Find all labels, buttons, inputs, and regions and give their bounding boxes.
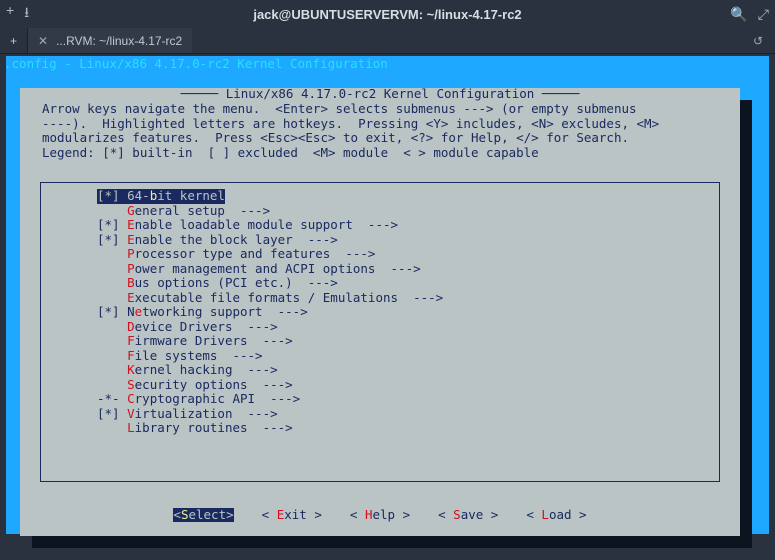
new-tab-button[interactable]: +	[0, 28, 28, 53]
menu-list[interactable]: [*] 64-bit kernel General setup --->[*] …	[40, 182, 720, 482]
menu-item[interactable]: General setup --->	[41, 204, 719, 219]
menu-item[interactable]: [*] Enable the block layer --->	[41, 233, 719, 248]
button-bar: <Select> < Exit > < Help > < Save > < Load >	[20, 508, 740, 523]
dialog-button[interactable]: < Help >	[350, 508, 410, 523]
dialog-button[interactable]: < Save >	[438, 508, 498, 523]
download-icon[interactable]: ⭳	[24, 2, 29, 26]
panel-heading: ───── Linux/x86 4.17.0-rc2 Kernel Config…	[181, 87, 580, 102]
tab-label: ...RVM: ~/linux-4.17-rc2	[56, 34, 182, 48]
menu-item[interactable]: -*- Cryptographic API --->	[41, 392, 719, 407]
menu-item[interactable]: Security options --->	[41, 378, 719, 393]
dialog-button[interactable]: <Select>	[173, 508, 233, 523]
tab-bar: + ✕ ...RVM: ~/linux-4.17-rc2 ↺	[0, 28, 775, 54]
menu-item[interactable]: [*] Enable loadable module support --->	[41, 218, 719, 233]
dialog-button[interactable]: < Load >	[526, 508, 586, 523]
add-icon[interactable]: +	[6, 2, 14, 26]
menu-item[interactable]: [*] 64-bit kernel	[97, 189, 225, 204]
help-text: Arrow keys navigate the menu. <Enter> se…	[42, 102, 724, 160]
close-icon[interactable]: ✕	[38, 34, 48, 48]
menu-item[interactable]: File systems --->	[41, 349, 719, 364]
config-path: .config - Linux/x86 4.17.0-rc2 Kernel Co…	[4, 56, 388, 71]
titlebar: + ⭳ jack@UBUNTUSERVERVM: ~/linux-4.17-rc…	[0, 0, 775, 28]
menu-item[interactable]: [*] Virtualization --->	[41, 407, 719, 422]
menu-item[interactable]: Kernel hacking --->	[41, 363, 719, 378]
window-title: jack@UBUNTUSERVERVM: ~/linux-4.17-rc2	[66, 7, 709, 22]
terminal-window: + ⭳ jack@UBUNTUSERVERVM: ~/linux-4.17-rc…	[0, 0, 775, 560]
search-icon[interactable]: 🔍	[730, 6, 747, 23]
dialog-button[interactable]: < Exit >	[262, 508, 322, 523]
menuconfig-panel: ───── Linux/x86 4.17.0-rc2 Kernel Config…	[20, 88, 740, 536]
menu-item[interactable]: Device Drivers --->	[41, 320, 719, 335]
menu-item[interactable]: Bus options (PCI etc.) --->	[41, 276, 719, 291]
menu-item[interactable]: Library routines --->	[41, 421, 719, 436]
terminal-viewport[interactable]: .config - Linux/x86 4.17.0-rc2 Kernel Co…	[0, 54, 775, 560]
menu-item[interactable]: [*] Networking support --->	[41, 305, 719, 320]
tab-terminal[interactable]: ✕ ...RVM: ~/linux-4.17-rc2	[28, 28, 192, 53]
menu-item[interactable]: Processor type and features --->	[41, 247, 719, 262]
menu-item[interactable]: Firmware Drivers --->	[41, 334, 719, 349]
menu-item[interactable]: Executable file formats / Emulations ---…	[41, 291, 719, 306]
maximize-icon[interactable]: ⤢	[758, 6, 769, 23]
menu-item[interactable]: Power management and ACPI options --->	[41, 262, 719, 277]
history-icon[interactable]: ↺	[741, 28, 775, 53]
